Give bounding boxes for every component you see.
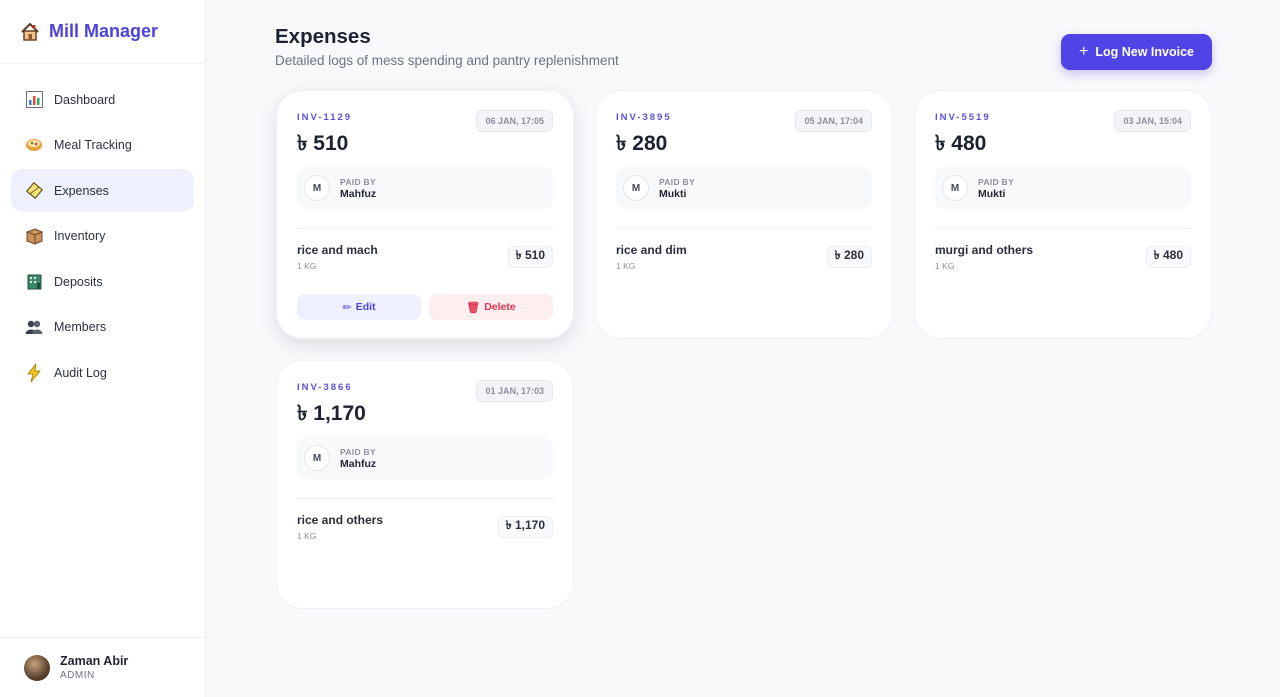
sidebar-item-label: Meal Tracking: [54, 138, 132, 152]
payer-avatar: M: [304, 445, 330, 471]
paid-by-box: M PAID BY Mahfuz: [297, 437, 553, 479]
paid-by-box: M PAID BY Mukti: [616, 167, 872, 209]
invoice-card[interactable]: INV-3866 01 JAN, 17:03 ৳ 1,170 M PAID BY…: [276, 360, 574, 609]
lightning-icon: [24, 363, 44, 383]
bar-chart-icon: [24, 90, 44, 110]
sidebar-item-dashboard[interactable]: Dashboard: [11, 78, 194, 121]
item-amount: ৳ 280: [826, 246, 872, 268]
meal-bowl-icon: [24, 135, 44, 155]
invoice-date: 03 JAN, 15:04: [1114, 110, 1191, 132]
sidebar-item-label: Audit Log: [54, 365, 107, 380]
page-title: Expenses: [275, 25, 371, 48]
log-new-invoice-button[interactable]: + Log New Invoice: [1061, 34, 1212, 70]
sidebar-item-label: Inventory: [54, 229, 106, 243]
avatar: [24, 654, 50, 681]
invoice-card[interactable]: INV-5519 03 JAN, 15:04 ৳ 480 M PAID BY M…: [914, 90, 1212, 339]
payer-name: Mahfuz: [340, 187, 377, 200]
payer-name: Mukti: [978, 187, 1006, 200]
sidebar: Mill Manager Dashboard Meal Tracking Exp…: [0, 0, 206, 697]
bank-icon: [24, 272, 44, 292]
box-icon: [24, 226, 44, 246]
sidebar-item-label: Dashboard: [54, 92, 116, 107]
delete-button[interactable]: 🗑 Delete: [429, 294, 553, 320]
payer-avatar: M: [942, 175, 968, 201]
invoice-id: INV-1129: [297, 112, 353, 123]
sidebar-item-label: Deposits: [54, 274, 103, 289]
item-name: rice and others: [297, 513, 384, 527]
paid-by-box: M PAID BY Mukti: [935, 167, 1191, 209]
invoice-date: 06 JAN, 17:05: [476, 110, 553, 132]
log-new-invoice-label: Log New Invoice: [1095, 45, 1194, 59]
sidebar-nav: Dashboard Meal Tracking Expenses Invento…: [0, 64, 205, 394]
payer-avatar: M: [304, 175, 330, 201]
app-title: Mill Manager: [49, 21, 159, 41]
sidebar-item-meal-tracking[interactable]: Meal Tracking: [11, 124, 194, 167]
item-amount: ৳ 510: [507, 246, 553, 268]
brand[interactable]: Mill Manager: [0, 0, 205, 64]
user-role: ADMIN: [60, 670, 95, 681]
user-profile[interactable]: Zaman Abir ADMIN: [0, 637, 205, 697]
item-amount: ৳ 480: [1145, 246, 1191, 268]
sidebar-item-label: Expenses: [54, 183, 109, 198]
paid-by-label: PAID BY: [659, 176, 695, 187]
invoice-amount: ৳ 480: [935, 132, 987, 155]
divider: [297, 498, 553, 499]
paid-by-label: PAID BY: [340, 176, 376, 187]
divider: [935, 228, 1191, 229]
delete-label: Delete: [484, 301, 516, 313]
item-name: murgi and others: [935, 243, 1034, 257]
item-quantity: 1 KG: [935, 261, 955, 271]
page-subtitle: Detailed logs of mess spending and pantr…: [275, 53, 619, 68]
sidebar-item-expenses[interactable]: Expenses: [11, 169, 194, 212]
divider: [297, 228, 553, 229]
item-quantity: 1 KG: [297, 531, 317, 541]
sidebar-item-deposits[interactable]: Deposits: [11, 260, 194, 303]
trash-icon: 🗑: [466, 301, 481, 314]
user-name: Zaman Abir: [60, 654, 129, 668]
invoice-date: 05 JAN, 17:04: [795, 110, 872, 132]
members-icon: [24, 317, 44, 337]
card-actions: ✏ Edit 🗑 Delete: [297, 294, 553, 320]
item-name: rice and dim: [616, 243, 687, 257]
sidebar-item-inventory[interactable]: Inventory: [11, 215, 194, 258]
item-quantity: 1 KG: [616, 261, 636, 271]
sidebar-item-label: Members: [54, 320, 107, 334]
invoice-card[interactable]: INV-1129 06 JAN, 17:05 ৳ 510 M PAID BY M…: [276, 90, 574, 339]
payer-name: Mahfuz: [340, 457, 377, 470]
invoice-amount: ৳ 280: [616, 132, 668, 155]
paid-by-label: PAID BY: [978, 176, 1014, 187]
expenses-icon: [24, 181, 44, 201]
invoice-id: INV-3895: [616, 112, 672, 123]
sidebar-item-members[interactable]: Members: [11, 306, 194, 349]
invoice-amount: ৳ 510: [297, 132, 349, 155]
invoice-id: INV-5519: [935, 112, 991, 123]
item-amount: ৳ 1,170: [497, 516, 553, 538]
paid-by-label: PAID BY: [340, 446, 376, 457]
payer-name: Mukti: [659, 187, 687, 200]
plus-icon: +: [1079, 43, 1089, 60]
invoice-card[interactable]: INV-3895 05 JAN, 17:04 ৳ 280 M PAID BY M…: [595, 90, 893, 339]
item-name: rice and mach: [297, 243, 378, 257]
paid-by-box: M PAID BY Mahfuz: [297, 167, 553, 209]
pencil-icon: ✏: [342, 301, 352, 314]
invoice-id: INV-3866: [297, 382, 353, 393]
divider: [616, 228, 872, 229]
edit-button[interactable]: ✏ Edit: [297, 294, 421, 320]
invoice-date: 01 JAN, 17:03: [476, 380, 553, 402]
house-icon: [18, 20, 42, 44]
invoice-amount: ৳ 1,170: [297, 402, 366, 425]
sidebar-item-audit-log[interactable]: Audit Log: [11, 351, 194, 394]
edit-label: Edit: [355, 301, 376, 313]
item-quantity: 1 KG: [297, 261, 317, 271]
payer-avatar: M: [623, 175, 649, 201]
